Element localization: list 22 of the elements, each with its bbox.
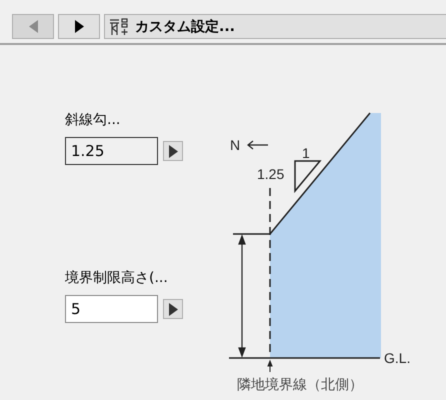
limit-line (233, 233, 270, 235)
left-arrow-icon (28, 20, 38, 33)
north-arrow (247, 140, 269, 150)
right-arrow-icon (168, 144, 178, 158)
run-label: 1.25 (257, 166, 284, 182)
field-label: 斜線勾... (65, 111, 122, 130)
stepper-button[interactable] (163, 299, 183, 319)
window-title: カスタム設定... (135, 18, 235, 36)
structure-icon (109, 18, 129, 36)
right-arrow-icon (74, 20, 84, 33)
ground-label: G.L. (384, 350, 410, 366)
field-label: 境界制限高さ(... (65, 269, 169, 288)
value-field[interactable]: 5 (65, 295, 158, 323)
boundary-label: 隣地境界線（北側） (237, 377, 363, 393)
rise-label: 1 (302, 145, 310, 161)
stepper-button[interactable] (163, 141, 183, 161)
boundary-arrow (267, 360, 273, 372)
slope-triangle (294, 160, 322, 194)
north-label: N (230, 137, 240, 153)
forward-button[interactable] (58, 14, 100, 39)
value-field[interactable]: 1.25 (65, 137, 158, 165)
right-arrow-icon (168, 302, 178, 316)
